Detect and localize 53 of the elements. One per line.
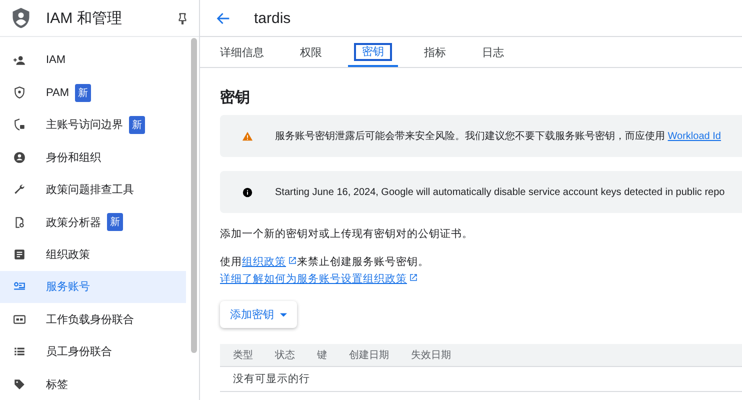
- add-user-icon: [13, 54, 26, 67]
- column-header[interactable]: 状态: [275, 348, 295, 362]
- sidebar-item[interactable]: 政策分析器 新: [0, 206, 186, 238]
- product-title: IAM 和管理: [46, 8, 123, 28]
- column-header[interactable]: 失效日期: [411, 348, 451, 362]
- sidebar-item[interactable]: 组织政策: [0, 238, 186, 271]
- tab[interactable]: 日志: [472, 37, 514, 67]
- warning-icon: [242, 130, 253, 142]
- page-title: tardis: [254, 10, 291, 26]
- tag-icon: [13, 378, 26, 391]
- sidebar-item[interactable]: 员工身份联合: [0, 336, 186, 368]
- tab[interactable]: 密钥: [348, 37, 398, 67]
- sidebar-item[interactable]: PAM 新: [0, 76, 186, 109]
- sidebar-item[interactable]: 主账号访问边界 新: [0, 108, 186, 142]
- shield-icon: [13, 86, 26, 100]
- sidebar-item[interactable]: 服务账号: [0, 270, 186, 304]
- tab[interactable]: 权限: [290, 37, 332, 67]
- document-search-icon: [13, 216, 26, 229]
- new-badge: 新: [107, 213, 123, 232]
- card-icon: [13, 312, 26, 326]
- wrench-icon: [13, 183, 26, 196]
- sidebar-item[interactable]: 标签: [0, 368, 186, 400]
- section-title: 密钥: [220, 88, 251, 107]
- sidebar-item[interactable]: IAM: [0, 44, 186, 76]
- caret-icon: [280, 312, 287, 316]
- tab[interactable]: 详细信息: [210, 37, 274, 67]
- policy-link[interactable]: 组织政策: [242, 256, 297, 268]
- notice-link[interactable]: Workload Id: [668, 131, 721, 142]
- external-link-icon: [288, 256, 297, 265]
- empty-table-text: 没有可显示的行: [233, 372, 310, 386]
- intro-text: 添加一个新的密钥对或上传现有密钥对的公钥证书。: [220, 227, 474, 241]
- external-link-icon: [409, 273, 418, 282]
- info-icon: [242, 186, 253, 198]
- sidebar-item[interactable]: 身份和组织: [0, 141, 186, 174]
- column-header[interactable]: 创建日期: [349, 348, 389, 362]
- learn-more-link[interactable]: 详细了解如何为服务账号设置组织政策: [220, 272, 418, 286]
- add-key-button[interactable]: 添加密钥: [220, 301, 297, 328]
- new-badge: 新: [75, 84, 92, 102]
- list-icon: [13, 345, 26, 358]
- sidebar-item[interactable]: 政策问题排查工具: [0, 174, 186, 206]
- tab[interactable]: 指标: [414, 37, 456, 67]
- column-header[interactable]: 键: [317, 348, 327, 362]
- scrollbar[interactable]: [191, 38, 197, 353]
- document-icon: [13, 248, 26, 262]
- new-badge: 新: [129, 116, 145, 134]
- pin-icon[interactable]: [176, 12, 189, 24]
- user-circle-icon: [13, 150, 26, 164]
- shield-user-icon: [10, 6, 32, 30]
- notice-text: Starting June 16, 2024, Google will automatically disable service account keys detected in public repo: [275, 186, 725, 198]
- notice-text: 服务账号密钥泄露后可能会带来安全风险。我们建议您不要下载服务账号密钥，而应使用 Workload Id: [275, 130, 721, 143]
- sidebar-item[interactable]: 工作负载身份联合: [0, 303, 186, 336]
- policy-text: 使用组织政策 来禁止创建服务账号密钥。: [220, 255, 430, 269]
- column-header[interactable]: 类型: [233, 348, 253, 362]
